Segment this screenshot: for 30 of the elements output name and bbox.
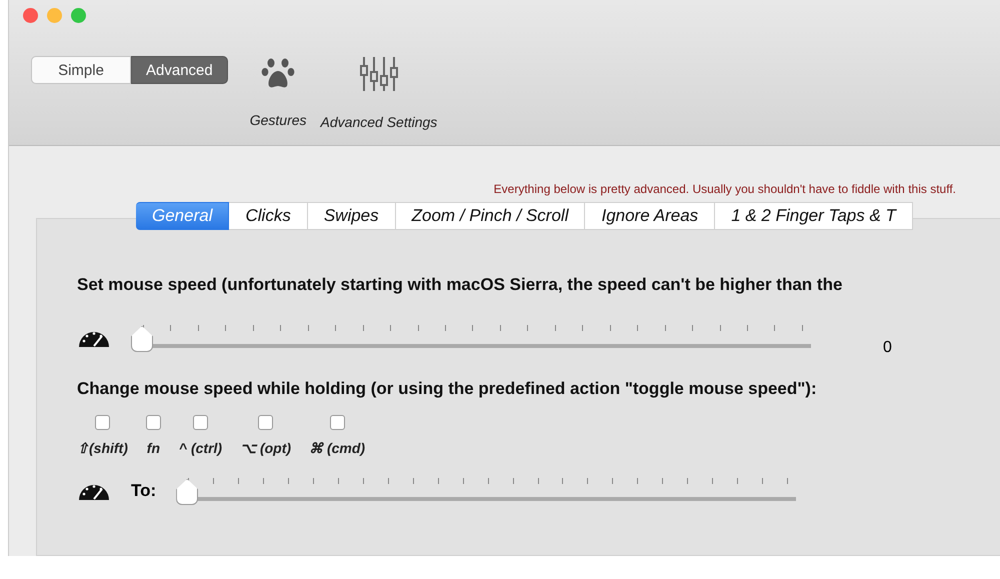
close-button[interactable] xyxy=(23,8,38,23)
checkbox[interactable] xyxy=(146,415,161,430)
tab[interactable]: Ignore Areas xyxy=(585,202,716,230)
checkbox[interactable] xyxy=(258,415,274,430)
checkbox[interactable] xyxy=(192,415,208,430)
modifier-label: ⌥ (opt) xyxy=(240,440,292,456)
section-heading: Set mouse speed (unfortunately starting with macOS Sierra, the speed can't be higher than the xyxy=(77,275,844,295)
modifier-label: fn xyxy=(146,440,160,456)
mode-segment[interactable]: Advanced xyxy=(131,56,228,84)
toolbar-item[interactable]: Advanced Settings xyxy=(320,56,438,130)
slider-thumb[interactable] xyxy=(131,326,153,352)
zoom-button[interactable] xyxy=(71,8,86,23)
modifier-label: ⇧(shift) xyxy=(77,440,128,456)
tab[interactable]: Clicks xyxy=(229,202,308,230)
mode-segment[interactable]: Simple xyxy=(31,56,131,84)
sliders-icon xyxy=(358,56,399,92)
slider-thumb[interactable] xyxy=(176,479,198,505)
section-heading: Change mouse speed while holding (or using the predefined action "toggle mouse speed"): xyxy=(77,379,818,399)
speed-value: 0 xyxy=(883,339,892,357)
paw-icon xyxy=(261,56,296,90)
modifier-label: ⌘ (cmd) xyxy=(309,440,366,456)
tab[interactable]: Swipes xyxy=(308,202,396,230)
checkbox[interactable] xyxy=(94,415,110,430)
checkbox[interactable] xyxy=(330,415,345,430)
tab[interactable]: 1 & 2 Finger Taps & T xyxy=(715,202,913,230)
to-label: To: xyxy=(131,481,156,501)
tab[interactable]: Zoom / Pinch / Scroll xyxy=(396,202,586,230)
warning-text: Everything below is pretty advanced. Usually you shouldn't have to fiddle with this stuff. xyxy=(492,182,956,196)
modifier-label: ^ (ctrl) xyxy=(178,440,222,456)
toolbar-item[interactable]: Gestures xyxy=(250,56,307,130)
